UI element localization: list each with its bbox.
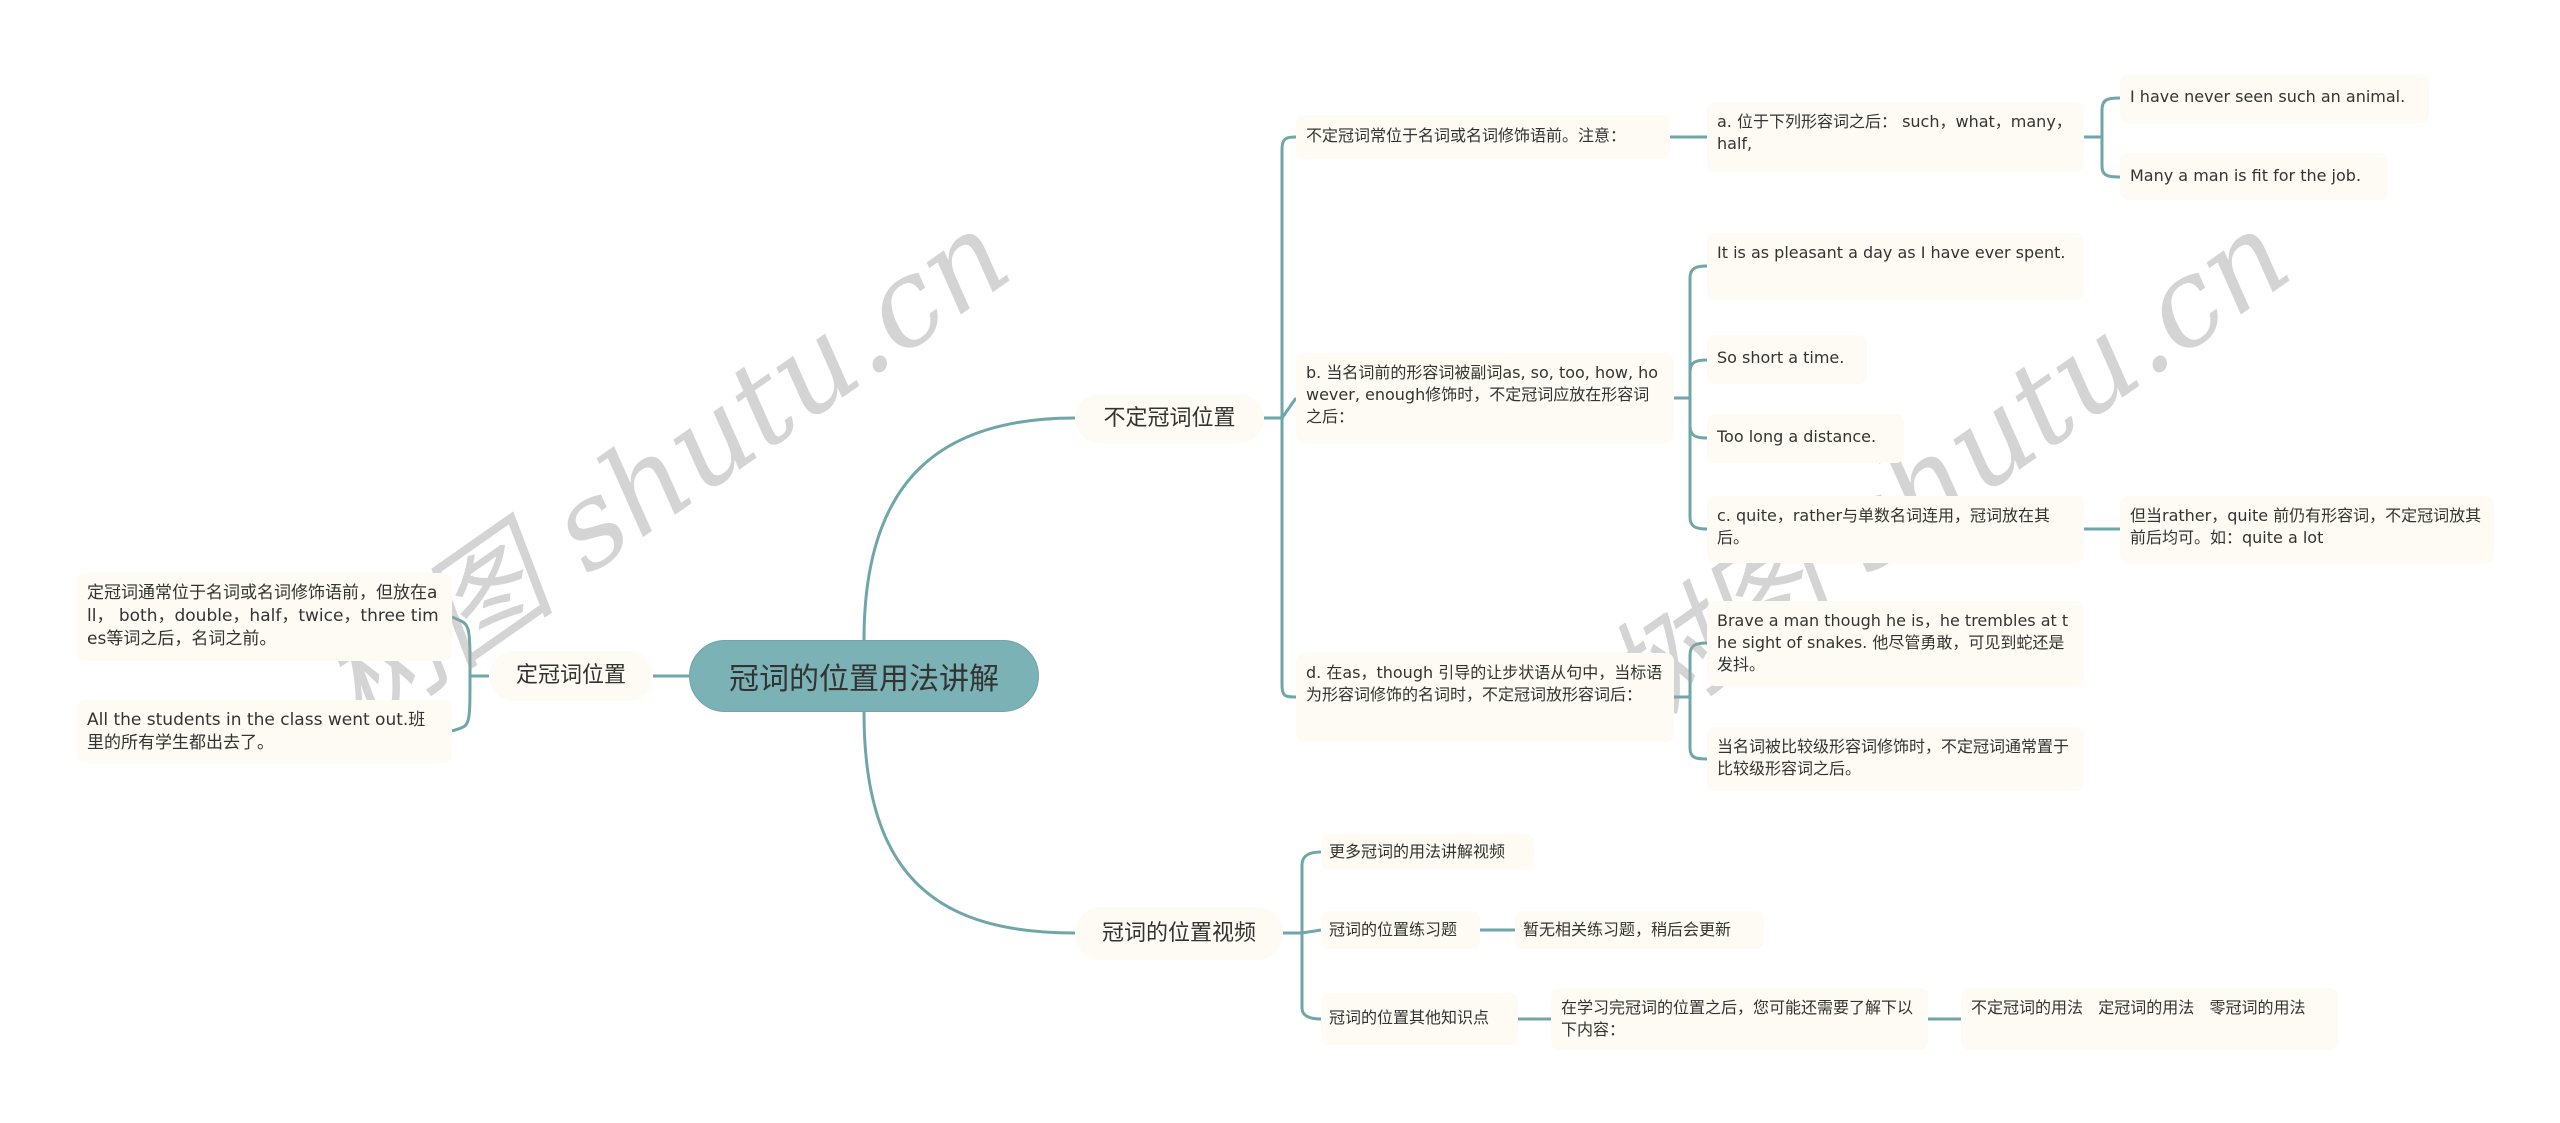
node-indefinite-note[interactable]: 不定冠词常位于名词或名词修饰语前。注意： [1296, 115, 1670, 159]
root-node[interactable]: 冠词的位置用法讲解 [689, 640, 1039, 712]
node-example-a2[interactable]: Many a man is fit for the job. [2120, 153, 2388, 200]
node-indefinite-article-position[interactable]: 不定冠词位置 [1075, 394, 1264, 443]
link-b-children [1674, 264, 1708, 531]
node-rule-c-child[interactable]: 但当rather，quite 前仍有形容词，不定冠词放其前后均可。如：quite… [2120, 496, 2494, 563]
node-definite-example[interactable]: All the students in the class went out.班… [77, 700, 452, 763]
node-example-b1[interactable]: It is as pleasant a day as I have ever s… [1707, 233, 2084, 300]
node-other-points-child[interactable]: 在学习完冠词的位置之后，您可能还需要了解下以下内容： [1551, 988, 1928, 1050]
link-indefinite-children [1264, 135, 1298, 699]
node-definite-article-position[interactable]: 定冠词位置 [489, 651, 653, 701]
node-example-b3[interactable]: Too long a distance. [1707, 414, 1904, 463]
node-article-position-video[interactable]: 冠词的位置视频 [1075, 907, 1283, 960]
node-rule-d[interactable]: d. 在as，though 引导的让步状语从句中，当标语为形容词修饰的名词时，不… [1296, 653, 1674, 742]
node-label: 冠词的位置视频 [1101, 920, 1256, 946]
node-exercises-child[interactable]: 暂无相关练习题，稍后会更新 [1515, 911, 1764, 949]
node-example-d1[interactable]: Brave a man though he is，he trembles at … [1707, 601, 2084, 686]
node-rule-c[interactable]: c. quite，rather与单数名词连用，冠词放在其后。 [1707, 496, 2084, 563]
node-example-d2[interactable]: 当名词被比较级形容词修饰时，不定冠词通常置于比较级形容词之后。 [1707, 727, 2084, 791]
link-left-children [451, 615, 489, 733]
node-related-links[interactable]: 不定冠词的用法 定冠词的用法 零冠词的用法 [1961, 988, 2338, 1050]
link-a-examples [2084, 96, 2121, 179]
node-definite-rule[interactable]: 定冠词通常位于名词或名词修饰语前，但放在all， both，double，hal… [77, 573, 452, 661]
node-rule-a[interactable]: a. 位于下列形容词之后： such，what，many，half, [1707, 102, 2084, 172]
node-label: 不定冠词位置 [1103, 405, 1236, 431]
node-exercises[interactable]: 冠词的位置练习题 [1321, 911, 1480, 949]
root-label: 冠词的位置用法讲解 [729, 662, 999, 697]
node-example-b2[interactable]: So short a time. [1707, 335, 1867, 384]
node-rule-b[interactable]: b. 当名词前的形容词被副词as, so, too, how, however,… [1296, 353, 1674, 443]
link-root-indefinite [862, 416, 1076, 641]
node-label: 定冠词位置 [515, 663, 626, 688]
link-root-video [862, 711, 1076, 935]
node-more-videos[interactable]: 更多冠词的用法讲解视频 [1321, 834, 1534, 870]
node-example-a1[interactable]: I have never seen such an animal. [2120, 74, 2429, 123]
link-video-children [1283, 850, 1322, 1021]
node-other-points[interactable]: 冠词的位置其他知识点 [1321, 993, 1518, 1045]
link-d-children [1674, 641, 1708, 761]
